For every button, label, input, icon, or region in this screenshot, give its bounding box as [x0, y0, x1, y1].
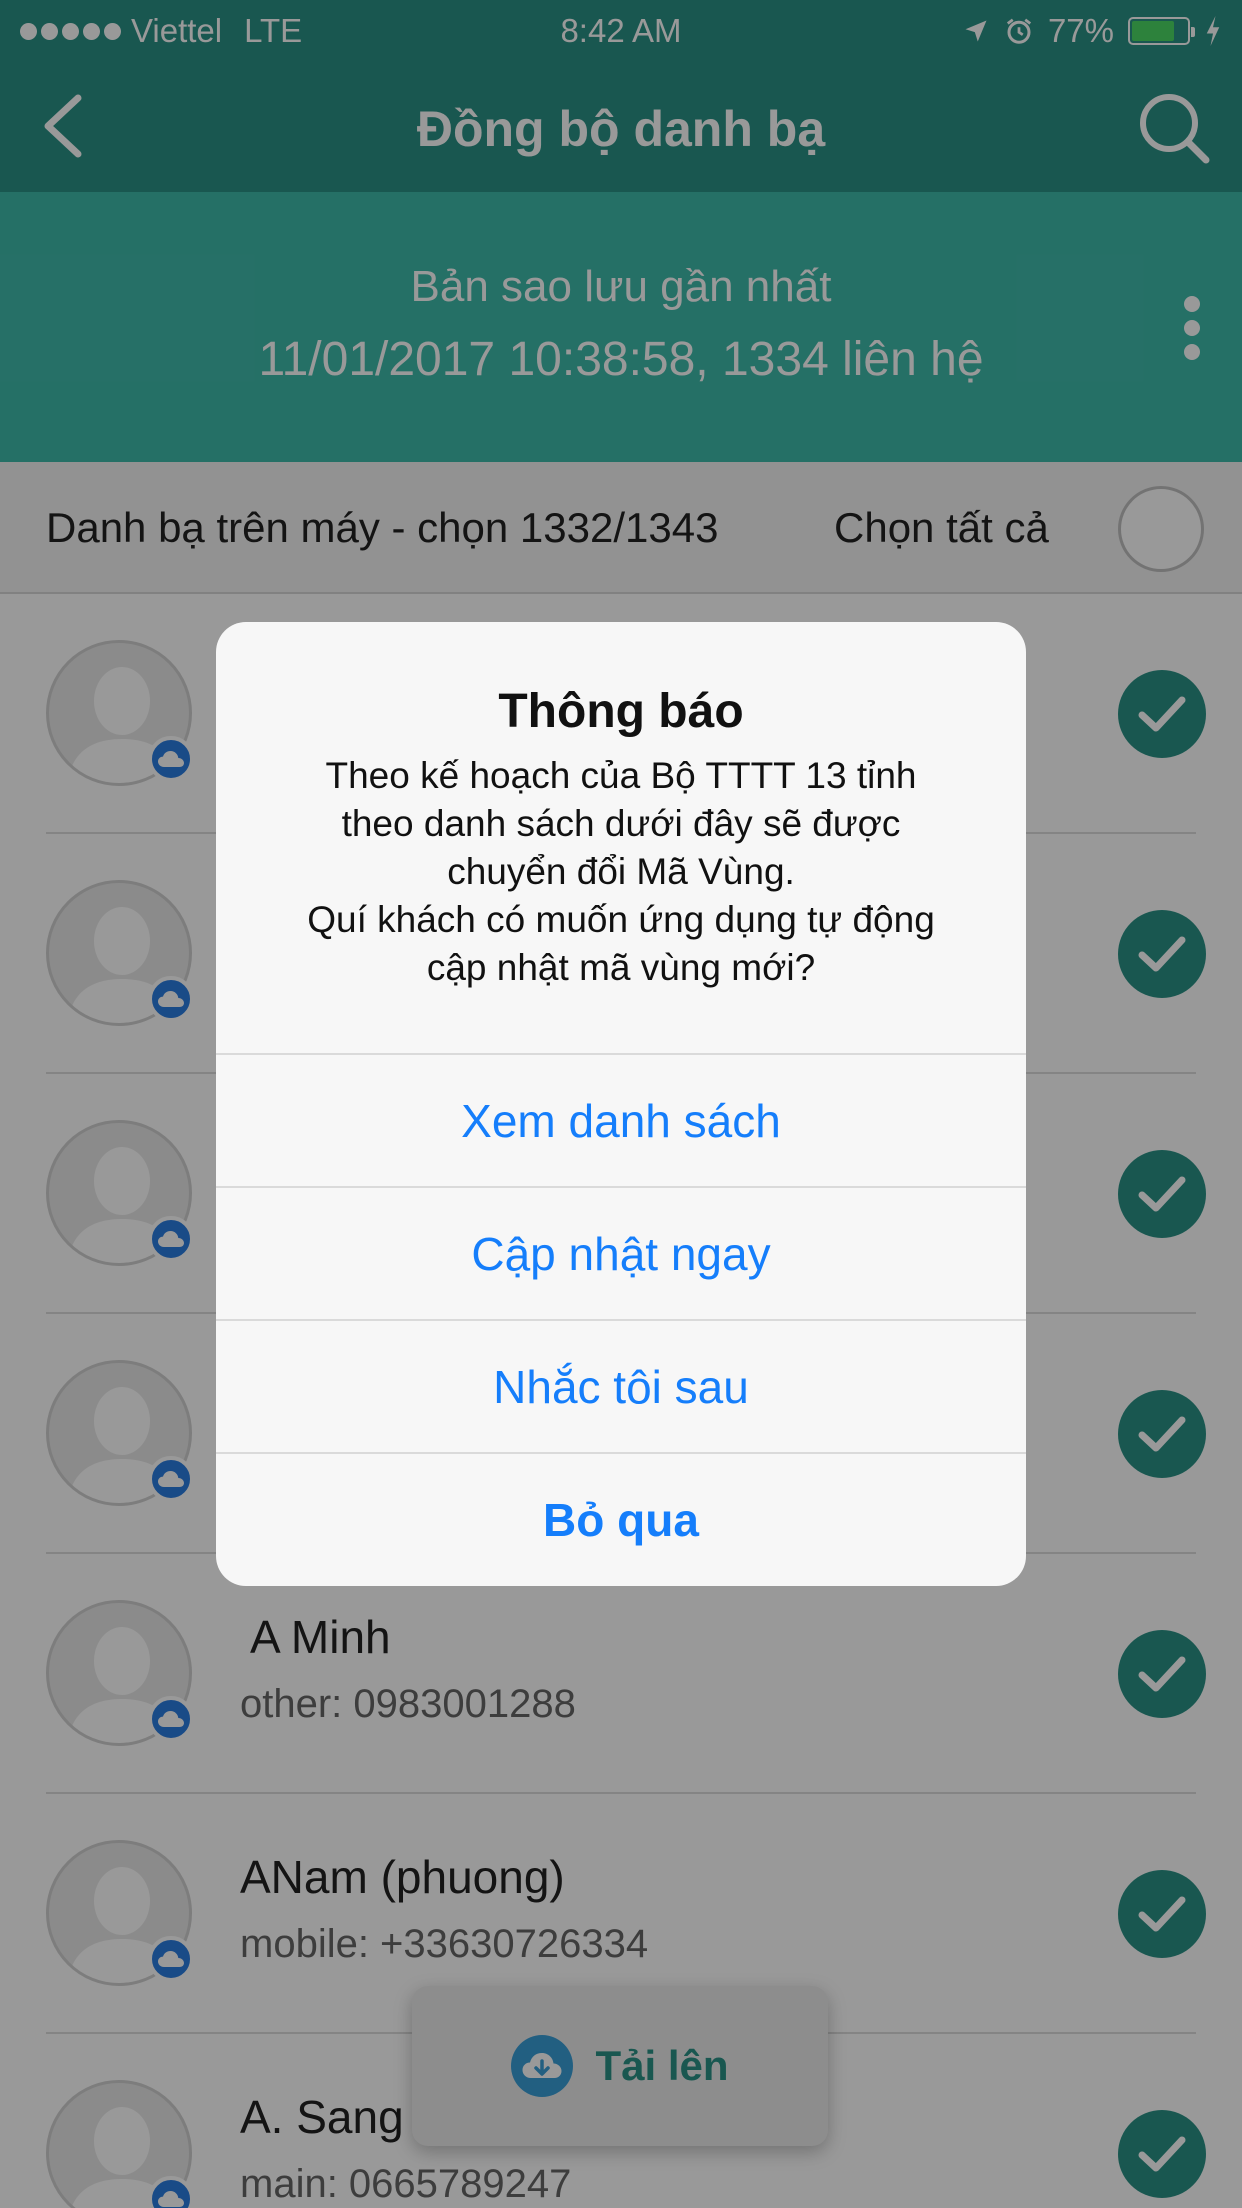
- view-list-button[interactable]: Xem danh sách: [216, 1053, 1026, 1186]
- dialog-message-line: Quí khách có muốn ứng dụng tự động: [307, 899, 935, 940]
- dialog-message-line: cập nhật mã vùng mới?: [426, 947, 816, 988]
- dialog-message-line: chuyển đổi Mã Vùng.: [447, 851, 795, 892]
- skip-button[interactable]: Bỏ qua: [216, 1452, 1026, 1585]
- remind-later-button[interactable]: Nhắc tôi sau: [216, 1319, 1026, 1452]
- update-now-button[interactable]: Cập nhật ngay: [216, 1186, 1026, 1319]
- dialog-message: Theo kế hoạch của Bộ TTTT 13 tỉnh theo d…: [256, 752, 986, 992]
- dialog-message-line: theo danh sách dưới đây sẽ được: [341, 803, 901, 844]
- dialog-title: Thông báo: [498, 685, 744, 738]
- dialog-message-line: Theo kế hoạch của Bộ TTTT 13 tỉnh: [325, 755, 917, 796]
- alert-dialog: Thông báo Theo kế hoạch của Bộ TTTT 13 t…: [216, 622, 1026, 1586]
